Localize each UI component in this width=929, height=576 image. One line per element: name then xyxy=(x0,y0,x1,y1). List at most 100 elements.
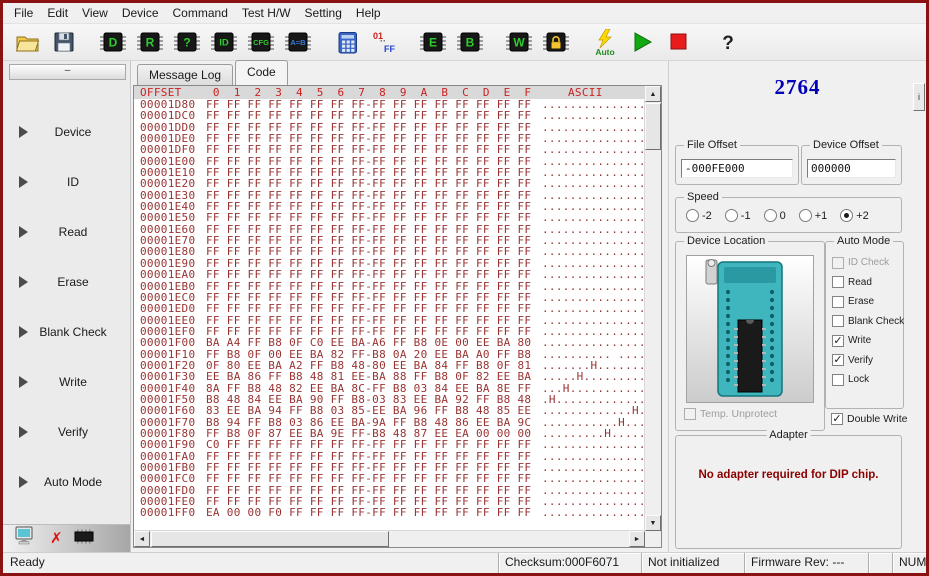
sidebar-item-read[interactable]: Read xyxy=(3,222,130,242)
read-device-button[interactable]: R xyxy=(134,27,166,58)
speed-option-2[interactable]: +2 xyxy=(840,209,869,222)
hex-row[interactable]: 00001F90C0 FF FF FF FF FF FF FF-FF FF FF… xyxy=(134,439,645,450)
run-button[interactable] xyxy=(626,27,658,58)
speed-option-label: -1 xyxy=(741,210,751,222)
status-bar: Ready Checksum:000F6071 Not initialized … xyxy=(3,552,926,573)
temp-unprotect-checkbox: Temp. Unprotect xyxy=(684,408,777,420)
write-device-button[interactable]: W xyxy=(503,27,535,58)
sidebar-item-verify[interactable]: Verify xyxy=(3,422,130,442)
sidebar-item-auto-mode[interactable]: Auto Mode xyxy=(3,472,130,492)
sidebar-item-device[interactable]: Device xyxy=(3,122,130,142)
checkbox-label: Write xyxy=(848,335,871,346)
speed-label: Speed xyxy=(684,191,722,203)
status-blank-panel xyxy=(868,553,892,573)
device-offset-input[interactable] xyxy=(807,159,896,178)
device-location-label: Device Location xyxy=(684,235,768,247)
id-check-button[interactable]: ID xyxy=(208,27,240,58)
sidebar-collapse-button[interactable]: – xyxy=(9,64,126,80)
horizontal-scroll-thumb[interactable] xyxy=(151,531,389,547)
erase-device-button[interactable]: E xyxy=(417,27,449,58)
open-button[interactable] xyxy=(11,27,43,58)
hex-row[interactable]: 00001ED0FF FF FF FF FF FF FF FF-FF FF FF… xyxy=(134,303,645,314)
save-button[interactable] xyxy=(48,27,80,58)
scroll-up-button[interactable]: ▲ xyxy=(645,86,661,102)
auto-mode-lock[interactable]: Lock xyxy=(832,370,901,390)
hex-bytes: FF FF FF FF FF FF FF FF-FF FF FF FF FF F… xyxy=(206,473,532,484)
lock-device-button[interactable] xyxy=(540,27,572,58)
hex-row[interactable]: 00001DC0FF FF FF FF FF FF FF FF-FF FF FF… xyxy=(134,110,645,121)
speed-option-2[interactable]: -2 xyxy=(686,209,712,222)
hex-ascii: ................ xyxy=(542,303,645,314)
compare-buffer-button[interactable]: A=B xyxy=(282,27,314,58)
hex-row[interactable]: 00001FF0EA 00 00 F0 FF FF FF FF-FF FF FF… xyxy=(134,507,645,518)
checkbox-label: Blank Check xyxy=(848,316,904,327)
auto-mode-erase[interactable]: Erase xyxy=(832,292,901,312)
fill-buffer-button[interactable]: 01··FF xyxy=(368,27,400,58)
auto-mode-read[interactable]: Read xyxy=(832,273,901,293)
vertical-scrollbar[interactable]: ▲ ▼ xyxy=(644,86,661,531)
sidebar-item-label: Device xyxy=(28,125,130,139)
hex-bytes: FF FF FF FF FF FF FF FF-FF FF FF FF FF F… xyxy=(206,269,532,280)
speed-option-1[interactable]: +1 xyxy=(799,209,828,222)
help-button[interactable]: ? xyxy=(712,27,744,58)
arrow-right-icon xyxy=(19,376,28,388)
file-offset-input[interactable] xyxy=(681,159,793,178)
sidebar-item-label: Auto Mode xyxy=(28,475,130,489)
menu-item-test-h-w[interactable]: Test H/W xyxy=(235,4,298,22)
menu-item-setting[interactable]: Setting xyxy=(298,4,349,22)
scroll-left-button[interactable]: ◄ xyxy=(134,531,150,547)
svg-text:ID: ID xyxy=(219,38,229,49)
hex-header-offset: OFFSET xyxy=(134,86,202,99)
hex-rows[interactable]: 00001D80FF FF FF FF FF FF FF FF-FF FF FF… xyxy=(134,99,645,531)
scroll-right-button[interactable]: ► xyxy=(629,531,645,547)
status-firmware: Firmware Rev: --- xyxy=(744,553,868,573)
stop-button[interactable] xyxy=(663,27,695,58)
hex-row[interactable]: 00001F00BA A4 FF B8 0F C0 EE BA-A6 FF B8… xyxy=(134,337,645,348)
hex-row[interactable]: 00001EA0FF FF FF FF FF FF FF FF-FF FF FF… xyxy=(134,269,645,280)
double-write-checkbox[interactable]: ✓ Double Write xyxy=(831,413,908,425)
menu-item-device[interactable]: Device xyxy=(115,4,166,22)
auto-mode-write[interactable]: ✓Write xyxy=(832,331,901,351)
tab-code[interactable]: Code xyxy=(235,60,288,85)
speed-group: Speed -2-10+1+2 xyxy=(675,197,902,233)
hex-row[interactable]: 00001FC0FF FF FF FF FF FF FF FF-FF FF FF… xyxy=(134,473,645,484)
panel-side-button[interactable]: i xyxy=(913,83,925,111)
speed-option-1[interactable]: -1 xyxy=(725,209,751,222)
scroll-down-button[interactable]: ▼ xyxy=(645,515,661,531)
menu-item-view[interactable]: View xyxy=(75,4,115,22)
chip-icon xyxy=(72,529,96,549)
horizontal-scrollbar[interactable]: ◄ ► xyxy=(134,530,645,547)
select-device-button[interactable]: D xyxy=(97,27,129,58)
sidebar-item-blank-check[interactable]: Blank Check xyxy=(3,322,130,342)
auto-mode-verify[interactable]: ✓Verify xyxy=(832,351,901,371)
tab-message-log[interactable]: Message Log xyxy=(137,64,233,85)
menu-item-help[interactable]: Help xyxy=(349,4,388,22)
sidebar-item-write[interactable]: Write xyxy=(3,372,130,392)
menu-item-command[interactable]: Command xyxy=(166,4,235,22)
menu-item-file[interactable]: File xyxy=(7,4,40,22)
blank-device-button[interactable]: B xyxy=(454,27,486,58)
vertical-scroll-thumb[interactable] xyxy=(645,103,661,150)
edit-buffer-button[interactable] xyxy=(331,27,363,58)
menu-item-edit[interactable]: Edit xyxy=(40,4,75,22)
hex-offset: 00001FF0 xyxy=(134,507,202,518)
device-offset-group: Device Offset xyxy=(801,145,902,185)
auto-mode-blank-check[interactable]: Blank Check xyxy=(832,312,901,332)
computer-icon xyxy=(15,526,41,551)
auto-program-button[interactable]: Auto xyxy=(589,27,621,58)
speed-option-0[interactable]: 0 xyxy=(764,209,786,222)
blank-check-device-button[interactable]: ? xyxy=(171,27,203,58)
hex-row[interactable]: 00001F30EE BA 86 FF B8 48 81 EE-BA 88 FF… xyxy=(134,371,645,382)
file-offset-group: File Offset xyxy=(675,145,799,185)
config-button[interactable]: CFG xyxy=(245,27,277,58)
svg-text:R: R xyxy=(146,36,155,50)
svg-text:A=B: A=B xyxy=(290,38,306,47)
hex-ascii: ................ xyxy=(542,269,645,280)
hex-row[interactable]: 00001F6083 EE BA 94 FF B8 03 85-EE BA 96… xyxy=(134,405,645,416)
command-sidebar: – Device ID Read Erase Blank Check Write Verif… xyxy=(3,61,131,552)
auto-mode-group: Auto Mode ID CheckReadEraseBlank Check✓W… xyxy=(825,241,904,409)
hex-offset: 00001F30 xyxy=(134,371,202,382)
sidebar-item-erase[interactable]: Erase xyxy=(3,272,130,292)
sidebar-item-id[interactable]: ID xyxy=(3,172,130,192)
sidebar-item-label: Write xyxy=(28,375,130,389)
